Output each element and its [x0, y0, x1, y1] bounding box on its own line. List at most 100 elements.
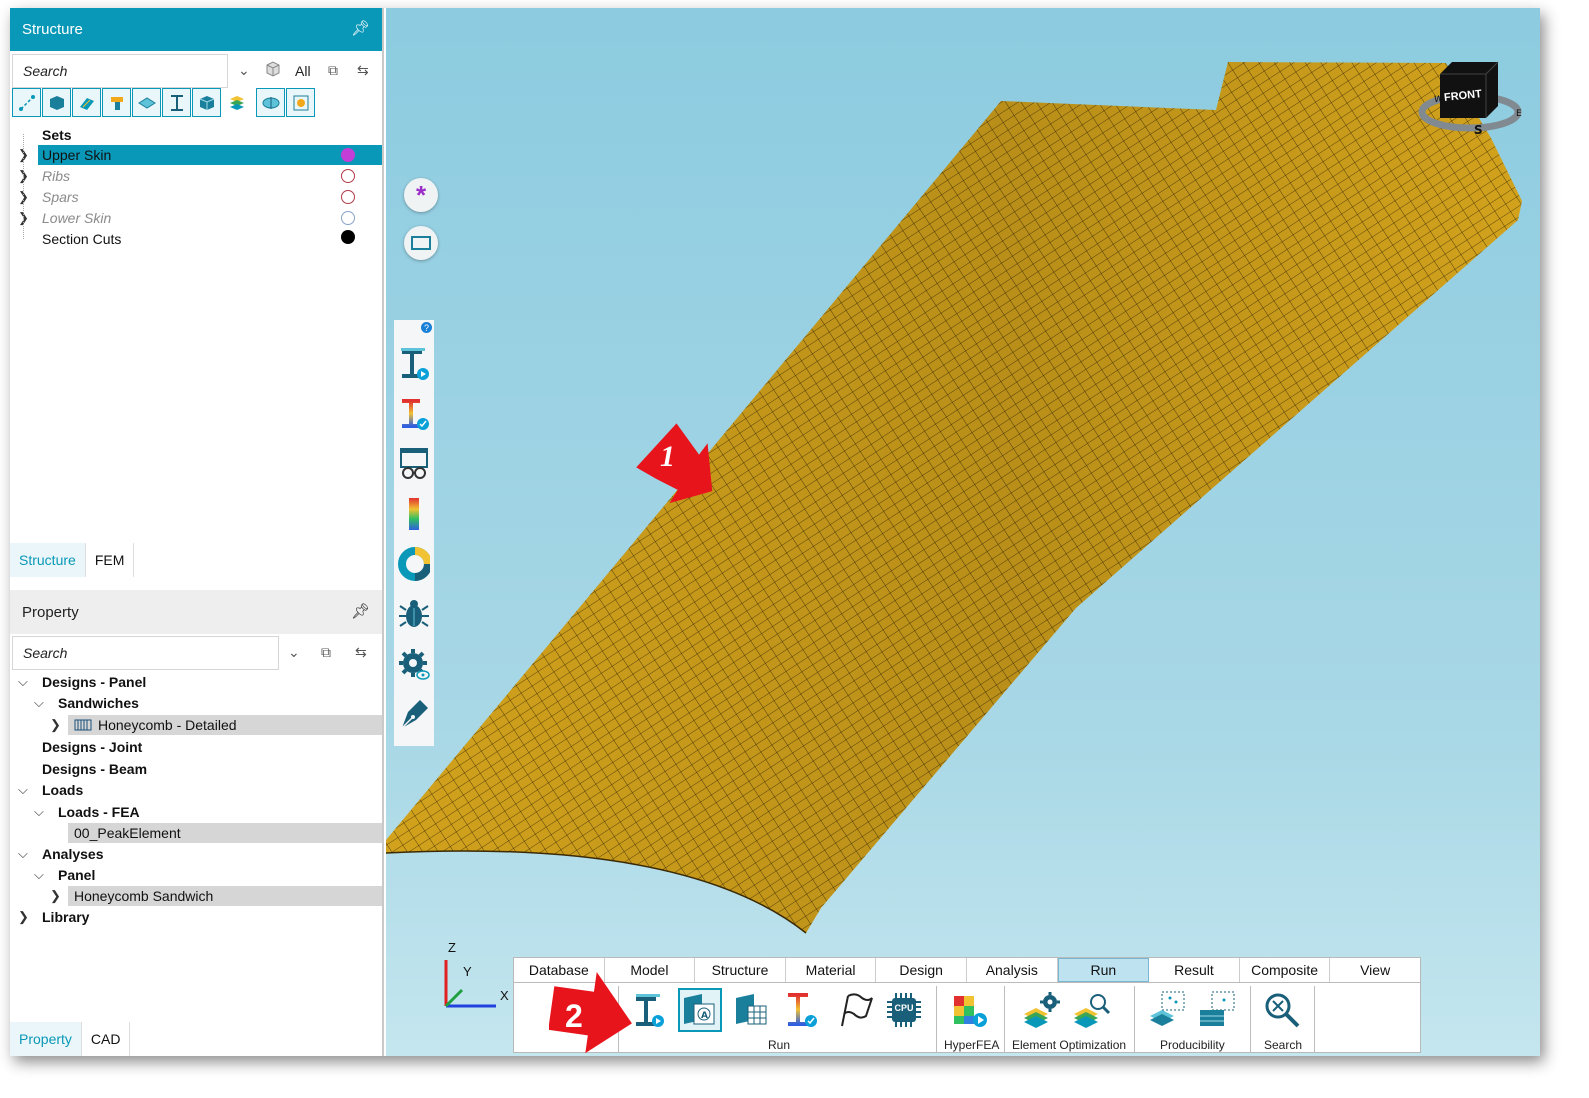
- selection-mode-button[interactable]: *: [404, 178, 438, 212]
- box-tool-icon[interactable]: [192, 88, 221, 117]
- ribbon-tab-composite[interactable]: Composite: [1239, 958, 1331, 982]
- chevron-down-icon[interactable]: ⌄: [238, 62, 250, 79]
- ribbon-group-element-optimization-label: Element Optimization: [1012, 1038, 1127, 1052]
- swap-icon[interactable]: ⇆: [355, 644, 367, 661]
- check-margins-button[interactable]: [780, 988, 824, 1032]
- callout-2: 2: [548, 968, 639, 1056]
- chevron-right-icon[interactable]: ❯: [18, 909, 29, 925]
- element-optimization-settings-button[interactable]: [1020, 988, 1064, 1032]
- honeycomb-icon: [74, 718, 92, 732]
- flag-button[interactable]: [832, 988, 876, 1032]
- tree-item-designs-panel[interactable]: Designs - Panel: [42, 672, 146, 692]
- ribbon-tab-result[interactable]: Result: [1149, 958, 1240, 982]
- ribbon-tab-analysis[interactable]: Analysis: [966, 958, 1058, 982]
- cpu-label: CPU: [894, 1003, 914, 1013]
- tree-item-section-cuts[interactable]: Section Cuts: [42, 229, 121, 249]
- tree-item-upper-skin[interactable]: Upper Skin: [38, 145, 382, 165]
- run-auto-button[interactable]: A: [678, 988, 722, 1032]
- structure-icon-toolbar: [12, 88, 315, 120]
- color-dot-spars[interactable]: [341, 190, 355, 204]
- color-dot-ribs[interactable]: [341, 169, 355, 183]
- chevron-down-icon[interactable]: ⌵: [18, 846, 28, 862]
- pin-icon[interactable]: 📌︎: [351, 602, 370, 620]
- search-button[interactable]: [1260, 988, 1304, 1032]
- structure-panel-title: Structure: [22, 21, 83, 38]
- panel-tool-icon[interactable]: [72, 88, 101, 117]
- producibility-table-button[interactable]: [1196, 988, 1240, 1032]
- node-tool-icon[interactable]: [12, 88, 41, 117]
- hyperfea-button[interactable]: [948, 988, 992, 1032]
- ribbon-tabs: Database Model Structure Material Design…: [514, 958, 1420, 983]
- ribbon-tab-design[interactable]: Design: [876, 958, 967, 982]
- fin-tool-icon[interactable]: [256, 88, 285, 117]
- color-dot-upper-skin[interactable]: [341, 148, 355, 162]
- layers-tool-icon[interactable]: [222, 88, 251, 117]
- tab-property[interactable]: Property: [10, 1022, 82, 1056]
- run-batch-button[interactable]: [730, 988, 774, 1032]
- collapse-all-icon[interactable]: ⧉: [321, 644, 331, 661]
- 3d-viewport[interactable]: S W E FRONT * ? 1 Z Y X Database Model S…: [386, 8, 1540, 1056]
- chevron-down-icon[interactable]: ⌵: [34, 695, 44, 711]
- chevron-right-icon[interactable]: ❯: [50, 888, 61, 904]
- chevron-down-icon[interactable]: ⌄: [288, 644, 300, 661]
- beam-tool-icon[interactable]: [162, 88, 191, 117]
- ribbon-tab-material[interactable]: Material: [785, 958, 877, 982]
- tree-item-library[interactable]: Library: [42, 907, 89, 927]
- chevron-down-icon[interactable]: ⌵: [34, 804, 44, 820]
- plate-tool-icon[interactable]: [132, 88, 161, 117]
- swap-icon[interactable]: ⇆: [357, 62, 369, 79]
- cpu-button[interactable]: CPU: [882, 988, 926, 1032]
- collapse-all-icon[interactable]: ⧉: [328, 62, 338, 79]
- tree-item-sandwiches[interactable]: Sandwiches: [58, 693, 139, 713]
- tree-item-spars[interactable]: Spars: [42, 187, 79, 207]
- joint-tool-icon[interactable]: [102, 88, 131, 117]
- tree-item-analyses[interactable]: Analyses: [42, 844, 103, 864]
- structure-search-input[interactable]: Search: [12, 54, 228, 88]
- tree-item-lower-skin[interactable]: Lower Skin: [42, 208, 111, 228]
- run-analysis-tool-button[interactable]: [398, 346, 430, 382]
- tab-fem[interactable]: FEM: [85, 543, 135, 577]
- tree-item-honeycomb-detailed[interactable]: Honeycomb - Detailed: [68, 715, 382, 735]
- view-cube[interactable]: S W E FRONT: [1410, 54, 1528, 140]
- tree-item-designs-joint[interactable]: Designs - Joint: [42, 737, 142, 757]
- chevron-down-icon[interactable]: ⌵: [18, 782, 28, 798]
- cube-filter-icon[interactable]: [264, 60, 282, 81]
- chevron-right-icon[interactable]: ❯: [50, 717, 61, 733]
- tree-item-loads[interactable]: Loads: [42, 780, 83, 800]
- margins-tool-button[interactable]: [398, 396, 430, 432]
- tab-structure[interactable]: Structure: [10, 543, 86, 577]
- ribbon-tab-run[interactable]: Run: [1057, 958, 1150, 982]
- tree-item-peak-element[interactable]: 00_PeakElement: [68, 823, 382, 843]
- tree-item-ribs[interactable]: Ribs: [42, 166, 70, 186]
- debug-tool-button[interactable]: [398, 596, 430, 632]
- property-search-input[interactable]: Search: [12, 636, 279, 670]
- chevron-down-icon[interactable]: ⌵: [34, 867, 44, 883]
- tree-item-sets[interactable]: Sets: [42, 125, 382, 145]
- pin-icon[interactable]: 📌︎: [351, 19, 370, 37]
- tree-item-honeycomb-sandwich[interactable]: Honeycomb Sandwich: [68, 886, 382, 906]
- red-arrow-icon: [636, 423, 713, 504]
- color-dot-lower-skin[interactable]: [341, 211, 355, 225]
- chevron-down-icon[interactable]: ⌵: [18, 674, 28, 690]
- solid-tool-icon[interactable]: [42, 88, 71, 117]
- tab-cad[interactable]: CAD: [81, 1022, 131, 1056]
- contour-legend-tool-button[interactable]: [398, 496, 430, 532]
- producibility-run-button[interactable]: [1146, 988, 1190, 1032]
- all-filter-label[interactable]: All: [295, 63, 311, 79]
- help-icon[interactable]: ?: [421, 322, 432, 333]
- tree-item-panel[interactable]: Panel: [58, 865, 95, 885]
- tree-item-loads-fea[interactable]: Loads - FEA: [58, 802, 140, 822]
- element-optimization-search-button[interactable]: [1070, 988, 1114, 1032]
- target-tool-icon[interactable]: [286, 88, 315, 117]
- settings-view-tool-button[interactable]: [398, 646, 430, 682]
- axis-x-label: X: [500, 988, 509, 1003]
- pen-nib-icon: [401, 700, 428, 729]
- color-dot-section-cuts[interactable]: [341, 230, 355, 244]
- pen-tool-button[interactable]: [398, 696, 430, 732]
- ribbon-tab-view[interactable]: View: [1330, 958, 1420, 982]
- tree-item-designs-beam[interactable]: Designs - Beam: [42, 759, 147, 779]
- ribbon-tab-structure[interactable]: Structure: [695, 958, 786, 982]
- chart-tool-button[interactable]: [398, 546, 430, 582]
- box-select-button[interactable]: [404, 226, 438, 260]
- view-glasses-tool-button[interactable]: [398, 446, 430, 482]
